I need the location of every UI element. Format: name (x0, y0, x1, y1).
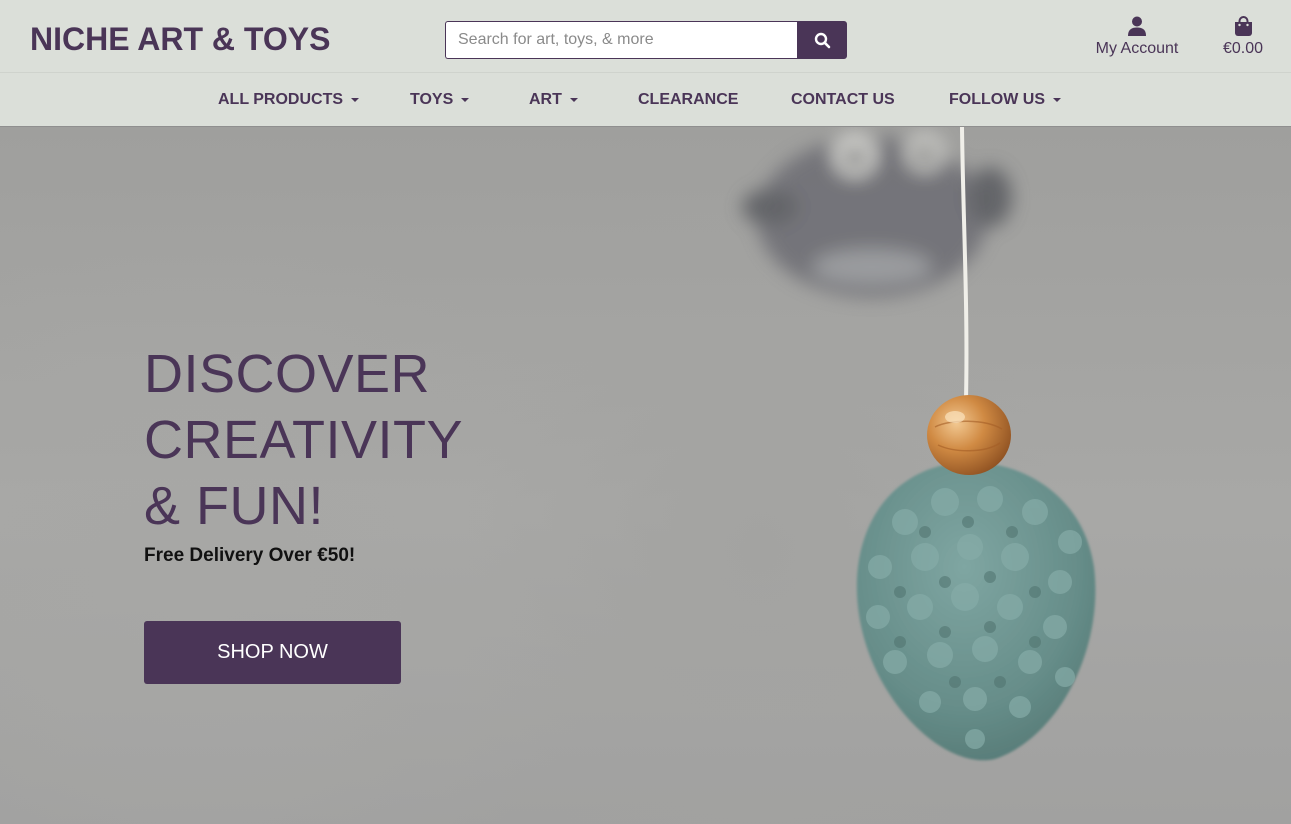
hero-headline: DISCOVER CREATIVITY & FUN! (144, 341, 564, 539)
caret-down-icon (461, 97, 470, 102)
search-button[interactable] (797, 21, 847, 59)
nav-contact-us[interactable]: CONTACT US (791, 73, 895, 126)
nav-art[interactable]: ART (529, 73, 578, 126)
user-icon (1128, 16, 1146, 36)
nav-contact-us-label: CONTACT US (791, 90, 895, 108)
caret-down-icon (351, 97, 360, 102)
nav-clearance-label: CLEARANCE (638, 90, 739, 108)
hero-headline-line-3: & FUN! (144, 476, 325, 536)
hero-headline-line-2: CREATIVITY (144, 410, 464, 470)
caret-down-icon (1052, 97, 1061, 102)
caret-down-icon (569, 97, 578, 102)
search-input[interactable] (445, 21, 797, 59)
nav-follow-us[interactable]: FOLLOW US (949, 73, 1061, 126)
hero-banner: DISCOVER CREATIVITY & FUN! Free Delivery… (0, 127, 1291, 824)
my-account-link[interactable]: My Account (1092, 16, 1182, 58)
bag-total: €0.00 (1222, 40, 1264, 57)
nav-clearance[interactable]: CLEARANCE (638, 73, 738, 126)
shopping-bag-icon (1234, 16, 1252, 36)
top-header: NICHE ART & TOYS My Account €0.00 (0, 0, 1291, 72)
nav-toys[interactable]: TOYS (410, 73, 470, 126)
nav-art-label: ART (529, 90, 562, 108)
nav-all-products-label: ALL PRODUCTS (218, 90, 344, 108)
brand-logo[interactable]: NICHE ART & TOYS (30, 20, 330, 58)
nav-follow-us-label: FOLLOW US (949, 90, 1045, 108)
shopping-bag-link[interactable]: €0.00 (1212, 16, 1274, 58)
search-bar (445, 21, 847, 59)
hero-headline-line-1: DISCOVER (144, 344, 431, 404)
my-account-label: My Account (1095, 40, 1179, 57)
shop-now-button[interactable]: SHOP NOW (144, 621, 401, 684)
nav-all-products[interactable]: ALL PRODUCTS (218, 73, 360, 126)
nav-toys-label: TOYS (410, 90, 454, 108)
main-nav: ALL PRODUCTS TOYS ART CLEARANCE CONTACT … (0, 72, 1291, 127)
search-icon (814, 32, 830, 48)
free-delivery-text: Free Delivery Over €50! (144, 545, 356, 566)
